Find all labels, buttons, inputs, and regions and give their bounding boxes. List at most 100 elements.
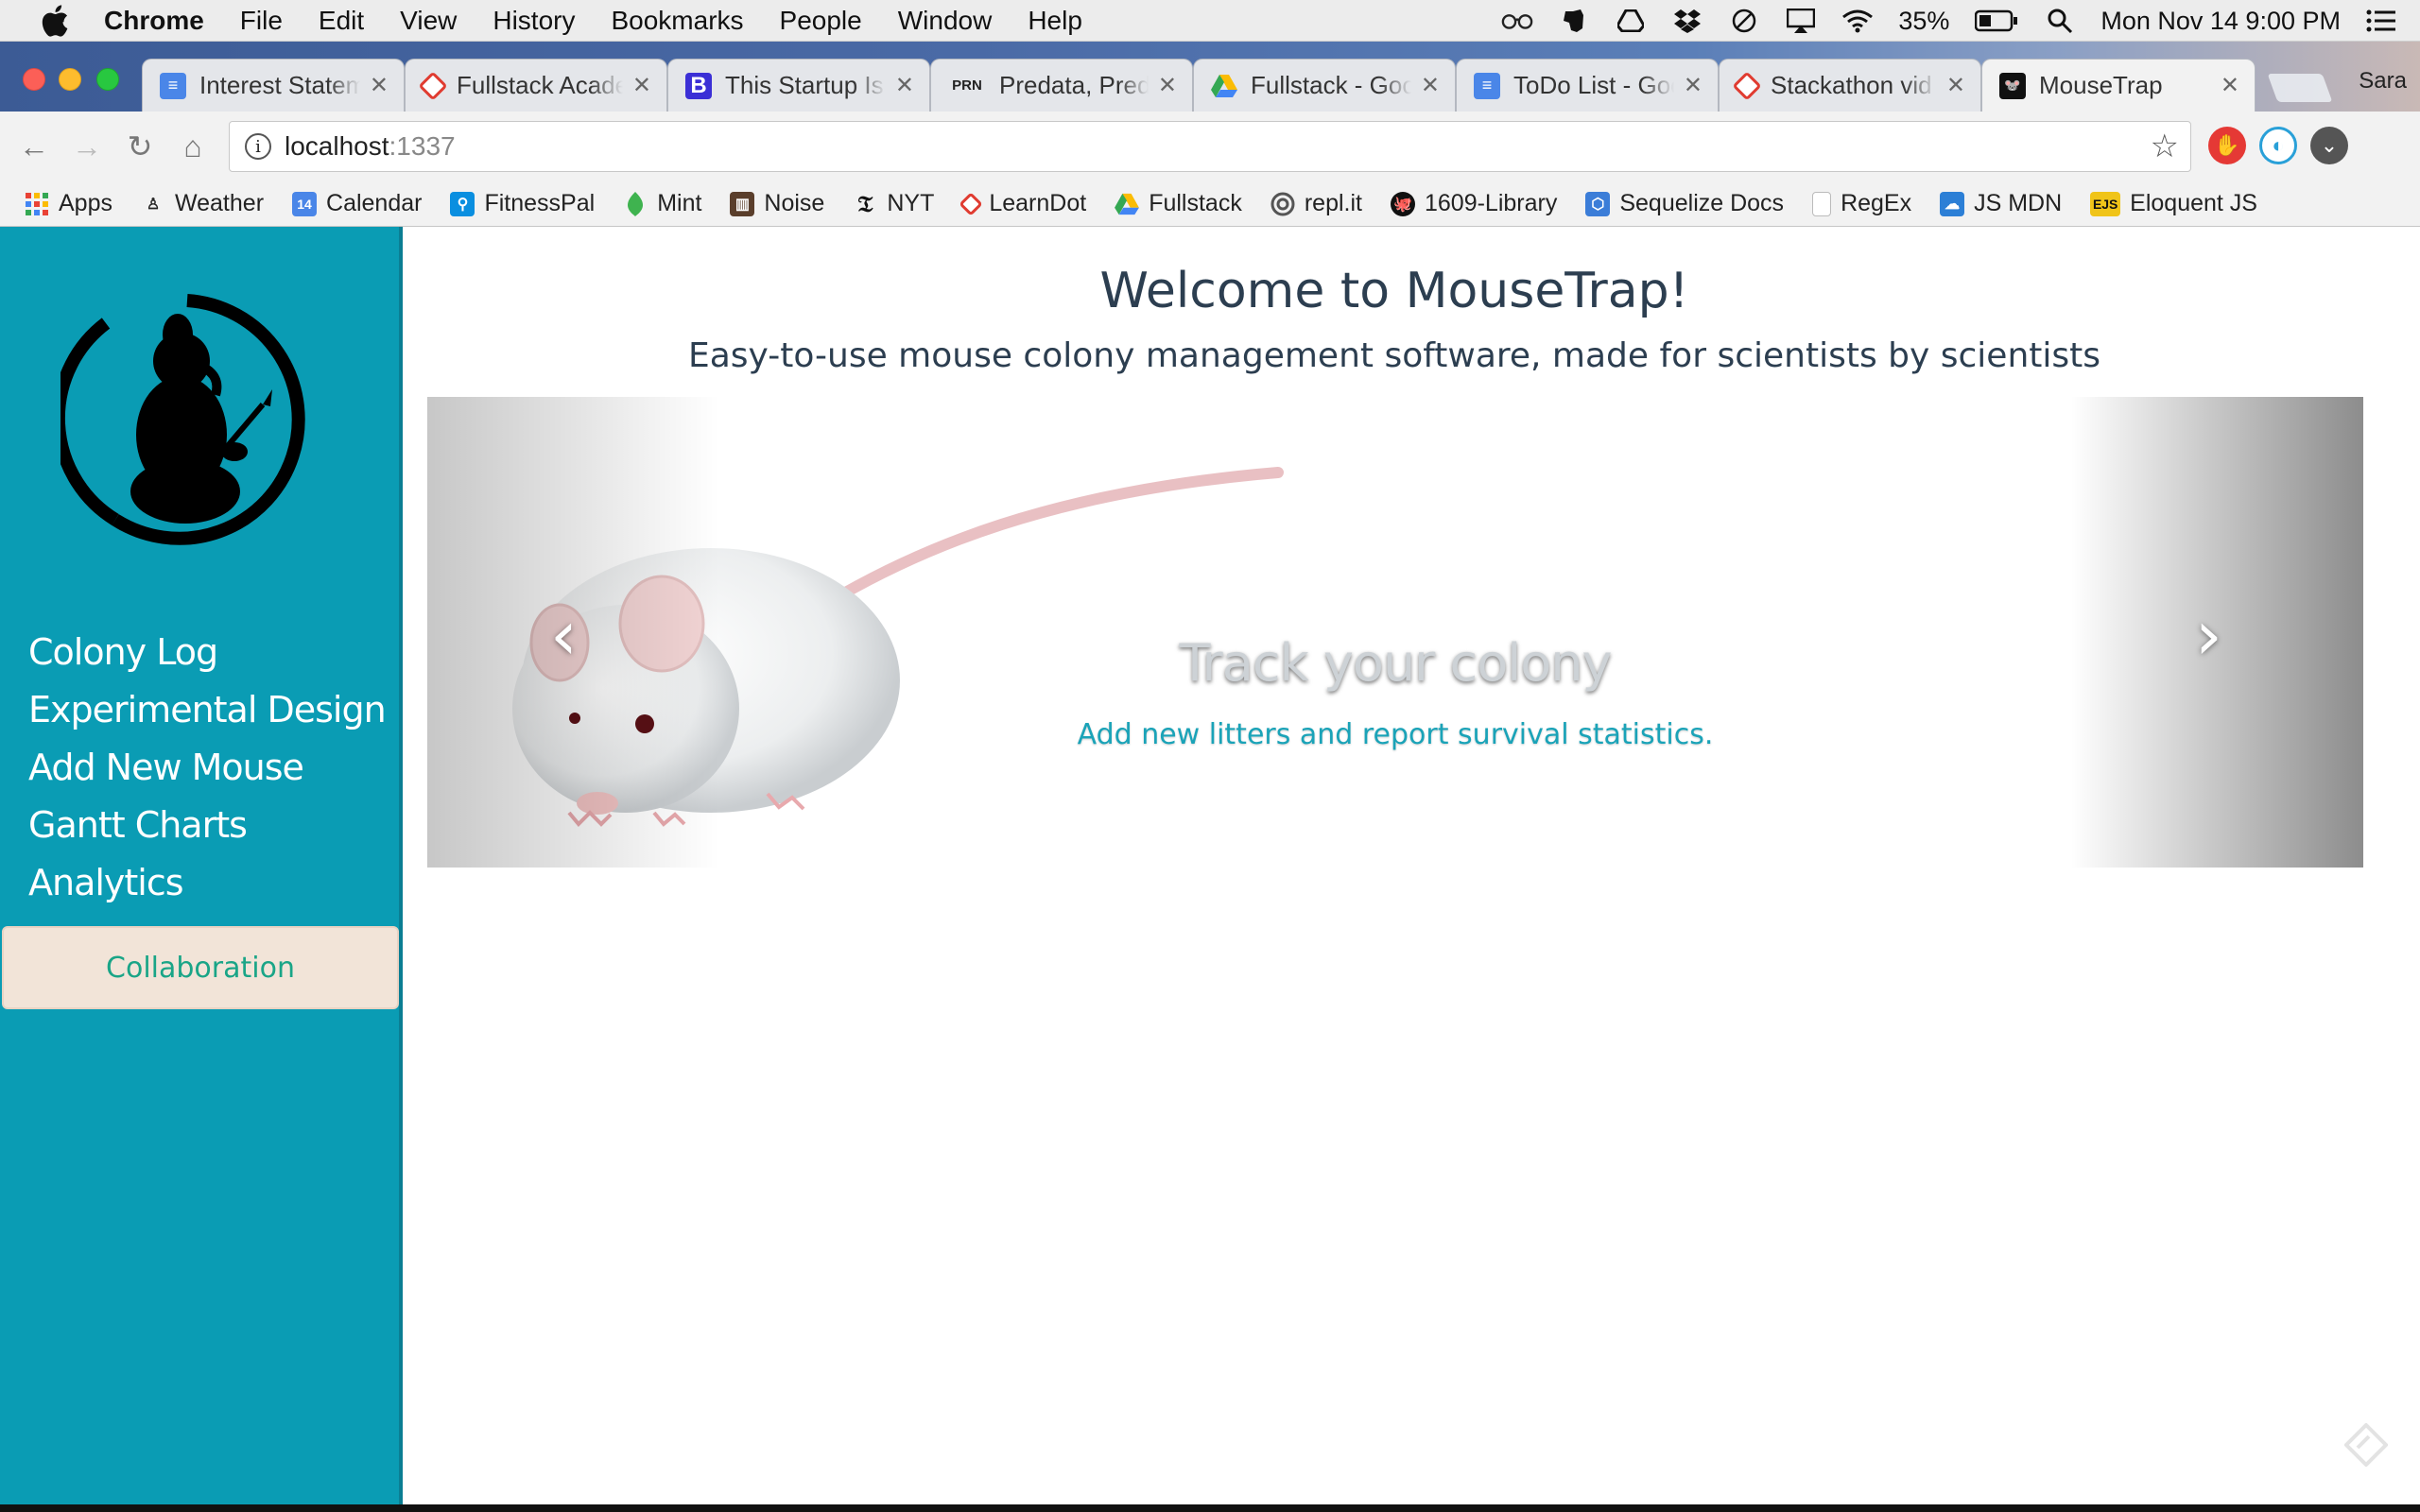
menu-view[interactable]: View <box>400 6 457 36</box>
bookmark-nyt[interactable]: 𝔗 NYT <box>853 190 934 217</box>
bookmark-fullstack[interactable]: Fullstack <box>1115 190 1242 217</box>
bookmark-mint[interactable]: Mint <box>623 190 701 217</box>
sidebar-item-analytics[interactable]: Analytics <box>28 854 386 912</box>
page-title: Welcome to MouseTrap! <box>1099 263 1689 319</box>
menu-help[interactable]: Help <box>1028 6 1082 36</box>
carousel-caption-title: Track your colony <box>1179 633 1612 693</box>
bookmark-js-mdn[interactable]: ☁ JS MDN <box>1940 190 2062 217</box>
bookmark-fitnesspal[interactable]: ⚲ FitnessPal <box>450 190 595 217</box>
dropbox-icon[interactable] <box>1671 8 1703 34</box>
tab-interest-statement[interactable]: ≡ Interest Statem ✕ <box>142 59 405 112</box>
bookmark-label: repl.it <box>1304 190 1362 216</box>
address-bar[interactable]: i localhost :1337 ☆ <box>229 121 2191 172</box>
tab-fullstack-academy[interactable]: Fullstack Acade ✕ <box>405 59 667 112</box>
glasses-icon[interactable] <box>1501 8 1533 34</box>
mousetrap-icon: 🐭 <box>1999 72 2026 99</box>
sidebar-item-colony-log[interactable]: Colony Log <box>28 624 386 681</box>
apps-grid-icon <box>25 192 49 216</box>
bookmark-noise[interactable]: ▥ Noise <box>730 190 824 217</box>
sidebar-item-experimental-design[interactable]: Experimental Design <box>28 681 387 739</box>
reload-icon[interactable]: ↻ <box>113 120 166 173</box>
tab-close-icon[interactable]: ✕ <box>2221 72 2239 99</box>
weather-icon: ♙ <box>146 196 161 213</box>
clock[interactable]: Mon Nov 14 9:00 PM <box>2100 7 2341 36</box>
menu-edit[interactable]: Edit <box>319 6 364 36</box>
menu-chrome[interactable]: Chrome <box>104 6 204 36</box>
zoom-window-button[interactable] <box>96 68 119 91</box>
do-not-disturb-icon[interactable] <box>1728 8 1760 34</box>
window-bottom-edge <box>0 1504 2420 1512</box>
mint-icon <box>623 191 648 216</box>
new-tab-button[interactable] <box>2267 74 2333 102</box>
bookmark-sequelize-docs[interactable]: ⬡ Sequelize Docs <box>1585 190 1784 217</box>
menu-bookmarks[interactable]: Bookmarks <box>611 6 743 36</box>
tab-close-icon[interactable]: ✕ <box>1158 72 1177 99</box>
bookmarks-bar: Apps ♙ Weather 14 Calendar ⚲ FitnessPal … <box>0 181 2420 227</box>
minimize-window-button[interactable] <box>59 68 81 91</box>
sequelize-icon: ⬡ <box>1585 191 1611 216</box>
tab-predata[interactable]: PRN Predata, Predic ✕ <box>930 59 1193 112</box>
google-drive-icon[interactable] <box>1615 8 1647 34</box>
tab-fullstack-google-drive[interactable]: Fullstack - Goo ✕ <box>1193 59 1456 112</box>
bookmark-label: Fullstack <box>1149 190 1242 216</box>
apple-menu-icon[interactable] <box>34 4 76 37</box>
tab-title: Fullstack - Goo <box>1251 71 1411 99</box>
bookmark-weather[interactable]: ♙ Weather <box>141 190 264 217</box>
bookmark-label: NYT <box>887 190 935 216</box>
bookmark-eloquent-js[interactable]: EJS Eloquent JS <box>2090 190 2257 217</box>
spotlight-search-icon[interactable] <box>2044 8 2076 34</box>
menu-window[interactable]: Window <box>898 6 993 36</box>
close-window-button[interactable] <box>23 68 45 91</box>
tab-close-icon[interactable]: ✕ <box>895 72 914 99</box>
bookmark-label: LearnDot <box>989 190 1087 216</box>
tab-close-icon[interactable]: ✕ <box>632 72 651 99</box>
sidebar-item-collaboration[interactable]: Collaboration <box>2 926 399 1009</box>
bookmark-apps[interactable]: Apps <box>25 190 112 217</box>
bookmark-replit[interactable]: repl.it <box>1270 190 1362 217</box>
tab-stackathon-video[interactable]: Stackathon vid ✕ <box>1719 59 1981 112</box>
sidebar-item-gantt-charts[interactable]: Gantt Charts <box>28 797 386 854</box>
menu-people[interactable]: People <box>780 6 862 36</box>
bookmark-1609-library[interactable]: 🐙 1609-Library <box>1390 190 1557 217</box>
tab-title: This Startup Is <box>725 71 884 99</box>
bookmark-calendar[interactable]: 14 Calendar <box>292 190 422 217</box>
menu-history[interactable]: History <box>493 6 575 36</box>
bookmark-label: Apps <box>59 190 112 216</box>
page-subtitle: Easy-to-use mouse colony management soft… <box>687 336 2101 375</box>
sidebar-item-add-new-mouse[interactable]: Add New Mouse <box>28 739 386 797</box>
profile-name[interactable]: Sara <box>2359 68 2407 94</box>
b-icon: B <box>685 72 712 99</box>
pocket-extension-icon[interactable]: ⌄ <box>2310 127 2348 164</box>
drive-icon <box>1211 73 1237 99</box>
tab-close-icon[interactable]: ✕ <box>1421 72 1440 99</box>
bookmark-learndot[interactable]: LearnDot <box>959 190 1087 217</box>
bookmark-label: RegEx <box>1841 190 1912 216</box>
extension-moon-icon[interactable]: ◐ <box>2259 127 2297 164</box>
evernote-icon[interactable] <box>1558 8 1590 34</box>
tab-todo-list[interactable]: ≡ ToDo List - Goo ✕ <box>1456 59 1719 112</box>
bookmark-label: FitnessPal <box>484 190 596 216</box>
tab-close-icon[interactable]: ✕ <box>370 72 389 99</box>
feedback-diamond-icon[interactable] <box>2344 1423 2388 1467</box>
tab-close-icon[interactable]: ✕ <box>1946 72 1965 99</box>
back-arrow-icon[interactable]: ← <box>8 120 60 173</box>
browser-toolbar: ← → ↻ ⌂ i localhost :1337 ☆ ✋ ◐ ⌄ <box>0 112 2420 181</box>
home-icon[interactable]: ⌂ <box>166 120 219 173</box>
bookmark-star-icon[interactable]: ☆ <box>2151 128 2179 165</box>
airplay-icon[interactable] <box>1785 8 1817 34</box>
battery-icon[interactable] <box>1974 8 2019 34</box>
macos-menu-bar: Chrome File Edit View History Bookmarks … <box>0 0 2420 42</box>
tab-this-startup[interactable]: B This Startup Is ✕ <box>667 59 930 112</box>
tab-close-icon[interactable]: ✕ <box>1684 72 1703 99</box>
bookmark-label: Mint <box>657 190 702 216</box>
tab-title: ToDo List - Goo <box>1513 71 1674 99</box>
site-info-icon[interactable]: i <box>245 133 271 160</box>
notification-center-icon[interactable] <box>2365 8 2397 34</box>
menu-file[interactable]: File <box>240 6 283 36</box>
mdn-icon: ☁ <box>1940 191 1965 216</box>
forward-arrow-icon[interactable]: → <box>60 120 113 173</box>
bookmark-regex[interactable]: RegEx <box>1812 190 1911 217</box>
adblock-extension-icon[interactable]: ✋ <box>2208 127 2246 164</box>
tab-mousetrap[interactable]: 🐭 MouseTrap ✕ <box>1981 59 2256 112</box>
wifi-icon[interactable] <box>1841 8 1874 34</box>
